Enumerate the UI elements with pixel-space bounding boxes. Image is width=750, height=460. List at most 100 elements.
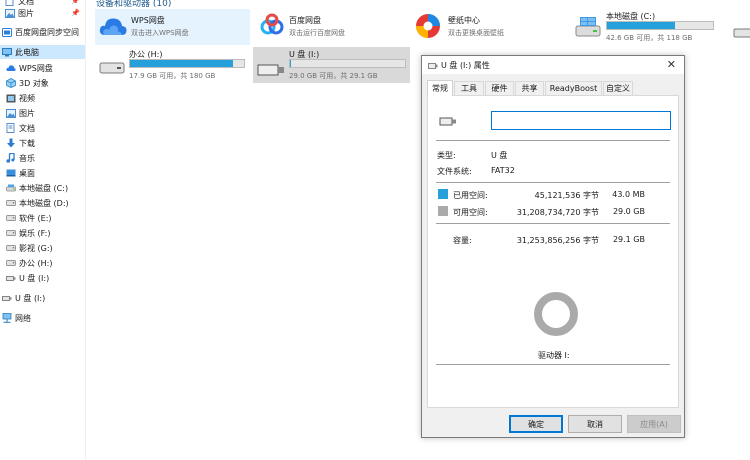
sidebar-item-desktop[interactable]: 桌面 bbox=[0, 166, 85, 180]
picture-icon bbox=[5, 108, 16, 119]
sidebar-item-downloads[interactable]: 下载 bbox=[0, 136, 85, 150]
dialog-titlebar[interactable]: U 盘 (I:) 属性 ✕ bbox=[422, 56, 684, 74]
tile-wps-cloud[interactable]: WPS网盘 双击进入WPS网盘 bbox=[95, 9, 250, 45]
used-space-swatch bbox=[438, 189, 448, 199]
drive-usage-bar bbox=[129, 59, 245, 68]
navigation-pane: 文档 📌 图片 📌 百度网盘同步空间 此电脑 WPS网盘 3D 对象 视频 图片… bbox=[0, 0, 86, 460]
used-space-size: 43.0 MB bbox=[612, 190, 645, 199]
pin-icon[interactable]: 📌 bbox=[71, 0, 80, 5]
dialog-tabs: 常规 工具 硬件 共享 ReadyBoost 自定义 bbox=[427, 80, 679, 96]
used-space-label: 已用空间: bbox=[453, 191, 488, 200]
drive-usage-bar bbox=[606, 21, 714, 30]
sidebar-item-music[interactable]: 音乐 bbox=[0, 151, 85, 165]
network-icon bbox=[1, 313, 12, 324]
sidebar-item-label: 影视 (G:) bbox=[19, 243, 53, 253]
apply-button[interactable]: 应用(A) bbox=[627, 415, 681, 433]
sidebar-item-drive-c[interactable]: 本地磁盘 (C:) bbox=[0, 181, 85, 195]
sidebar-item-videos[interactable]: 视频 bbox=[0, 91, 85, 105]
sidebar-item-pictures-pinned[interactable]: 图片 📌 bbox=[0, 6, 85, 20]
capacity-label: 容量: bbox=[453, 236, 472, 245]
sidebar-item-label: 视频 bbox=[19, 93, 35, 103]
sidebar-item-documents[interactable]: 文档 bbox=[0, 121, 85, 135]
tab-tools[interactable]: 工具 bbox=[454, 81, 484, 95]
tile-description: 双击运行百度网盘 bbox=[289, 29, 345, 37]
drive-letter-label: 驱动器 I: bbox=[538, 351, 570, 360]
sidebar-item-drive-g[interactable]: 影视 (G:) bbox=[0, 241, 85, 255]
cancel-button[interactable]: 取消 bbox=[568, 415, 622, 433]
tile-baidu-netdisk[interactable]: 百度网盘 双击运行百度网盘 bbox=[255, 9, 410, 45]
windows-drive-icon bbox=[575, 16, 601, 40]
usb-drive-icon bbox=[428, 62, 438, 71]
sidebar-item-drive-d[interactable]: 本地磁盘 (D:) bbox=[0, 196, 85, 210]
sidebar-item-label: 本地磁盘 (D:) bbox=[19, 198, 69, 208]
drive-usage-fill bbox=[607, 22, 675, 29]
wps-cloud-icon bbox=[5, 63, 16, 74]
document-icon bbox=[5, 123, 16, 134]
3d-objects-icon bbox=[5, 78, 16, 89]
general-tab-panel: 类型: U 盘 文件系统: FAT32 已用空间: 45,121,536 字节 … bbox=[427, 95, 679, 408]
tile-name: 壁纸中心 bbox=[448, 16, 480, 25]
sidebar-item-drive-h[interactable]: 办公 (H:) bbox=[0, 256, 85, 270]
drive-usage-bar bbox=[289, 59, 406, 68]
baidu-cloud-icon bbox=[1, 27, 12, 38]
sidebar-item-label: 娱乐 (F:) bbox=[19, 228, 51, 238]
sidebar-item-label: 软件 (E:) bbox=[19, 213, 52, 223]
tab-readyboost[interactable]: ReadyBoost bbox=[545, 81, 602, 95]
tab-customize[interactable]: 自定义 bbox=[603, 81, 633, 95]
drive-icon bbox=[5, 213, 16, 224]
free-space-bytes: 31,208,734,720 字节 bbox=[516, 208, 599, 217]
sidebar-item-3d-objects[interactable]: 3D 对象 bbox=[0, 76, 85, 90]
sidebar-item-wps-cloud[interactable]: WPS网盘 bbox=[0, 61, 85, 75]
tile-wallpaper-center[interactable]: 壁纸中心 双击更换桌面壁纸 bbox=[412, 9, 567, 45]
download-icon bbox=[5, 138, 16, 149]
volume-label-input[interactable] bbox=[491, 111, 671, 130]
separator bbox=[436, 182, 670, 183]
close-icon[interactable]: ✕ bbox=[667, 58, 676, 71]
properties-dialog: U 盘 (I:) 属性 ✕ 常规 工具 硬件 共享 ReadyBoost 自定义… bbox=[421, 55, 685, 438]
baidu-netdisk-icon bbox=[259, 13, 285, 41]
tab-hardware[interactable]: 硬件 bbox=[485, 81, 514, 95]
tile-name: WPS网盘 bbox=[131, 16, 165, 25]
filesystem-value: FAT32 bbox=[491, 166, 515, 175]
music-icon bbox=[5, 153, 16, 164]
tile-description: 双击进入WPS网盘 bbox=[131, 29, 189, 37]
sidebar-item-usb-drive-i-root[interactable]: U 盘 (I:) bbox=[0, 291, 85, 305]
capacity-bytes: 31,253,856,256 字节 bbox=[516, 236, 599, 245]
tab-general[interactable]: 常规 bbox=[427, 80, 453, 96]
tab-sharing[interactable]: 共享 bbox=[515, 81, 544, 95]
tile-drive-c[interactable]: 本地磁盘 (C:) 42.6 GB 可用，共 118 GB bbox=[572, 9, 714, 45]
sidebar-item-label: 图片 bbox=[18, 8, 34, 18]
drive-icon bbox=[99, 62, 125, 76]
sidebar-item-label: WPS网盘 bbox=[19, 63, 53, 73]
sidebar-item-label: 办公 (H:) bbox=[19, 258, 53, 268]
sidebar-item-label: 音乐 bbox=[19, 153, 35, 163]
computer-icon bbox=[1, 47, 12, 58]
tile-description: 42.6 GB 可用，共 118 GB bbox=[606, 34, 693, 42]
sidebar-item-this-pc[interactable]: 此电脑 bbox=[0, 45, 85, 59]
ok-button[interactable]: 确定 bbox=[509, 415, 563, 433]
pin-icon[interactable]: 📌 bbox=[71, 9, 80, 17]
sidebar-item-baidu-sync[interactable]: 百度网盘同步空间 bbox=[0, 25, 85, 39]
tile-drive-h[interactable]: 办公 (H:) 17.9 GB 可用，共 180 GB bbox=[95, 47, 250, 83]
sidebar-item-label: U 盘 (I:) bbox=[15, 293, 46, 303]
section-header-devices[interactable]: 设备和驱动器 (10) bbox=[96, 0, 171, 9]
free-space-size: 29.0 GB bbox=[612, 207, 645, 216]
sidebar-item-usb-drive-i[interactable]: U 盘 (I:) bbox=[0, 271, 85, 285]
sidebar-item-label: 桌面 bbox=[19, 168, 35, 178]
sidebar-item-label: 文档 bbox=[19, 123, 35, 133]
sidebar-item-label: 百度网盘同步空间 bbox=[15, 27, 79, 37]
used-space-bytes: 45,121,536 字节 bbox=[534, 191, 599, 200]
sidebar-item-network[interactable]: 网络 bbox=[0, 311, 85, 325]
usb-drive-icon bbox=[1, 293, 12, 304]
drive-icon bbox=[5, 258, 16, 269]
separator bbox=[436, 223, 670, 224]
disk-usage-donut bbox=[534, 292, 578, 336]
drive-icon bbox=[5, 243, 16, 254]
sidebar-item-drive-e[interactable]: 软件 (E:) bbox=[0, 211, 85, 225]
filesystem-label: 文件系统: bbox=[437, 167, 472, 176]
sidebar-item-label: 下载 bbox=[19, 138, 35, 148]
tile-usb-drive-i[interactable]: U 盘 (I:) 29.0 GB 可用，共 29.1 GB bbox=[253, 47, 410, 83]
sidebar-item-drive-f[interactable]: 娱乐 (F:) bbox=[0, 226, 85, 240]
drive-icon bbox=[5, 198, 16, 209]
sidebar-item-pictures[interactable]: 图片 bbox=[0, 106, 85, 120]
